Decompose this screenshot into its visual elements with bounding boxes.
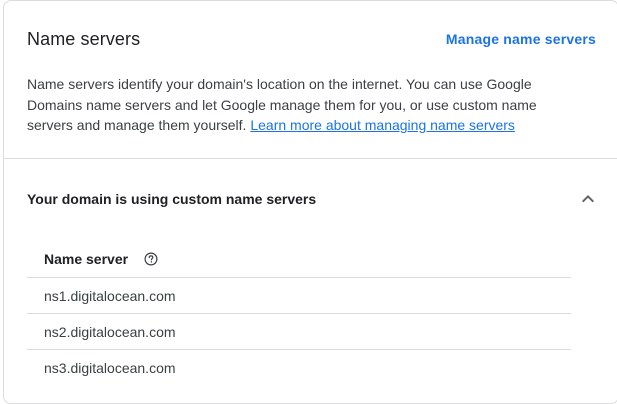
table-row: ns1.digitalocean.com [27, 278, 571, 314]
table-row: ns3.digitalocean.com [27, 350, 571, 385]
divider [4, 158, 617, 159]
name-server-value: ns3.digitalocean.com [44, 359, 176, 376]
table-row: ns2.digitalocean.com [27, 314, 571, 350]
learn-more-link[interactable]: Learn more about managing name servers [250, 117, 515, 133]
card-description: Name servers identify your domain's loca… [27, 74, 567, 136]
manage-name-servers-link[interactable]: Manage name servers [446, 31, 596, 47]
card-header: Name servers Manage name servers [27, 27, 596, 51]
name-server-value: ns2.digitalocean.com [44, 323, 176, 340]
column-header-name-server: Name server [44, 251, 129, 267]
name-server-value: ns1.digitalocean.com [44, 287, 176, 304]
name-servers-card: Name servers Manage name servers Name se… [3, 0, 617, 404]
section-title: Your domain is using custom name servers [27, 191, 317, 207]
name-server-table: Name server ns1.digitalocean.com ns2.dig… [27, 241, 571, 385]
help-circle-icon[interactable] [144, 252, 158, 266]
custom-name-servers-section-header[interactable]: Your domain is using custom name servers [27, 187, 598, 211]
card-title: Name servers [27, 28, 141, 49]
table-header: Name server [27, 241, 571, 278]
chevron-up-icon[interactable] [578, 189, 598, 209]
